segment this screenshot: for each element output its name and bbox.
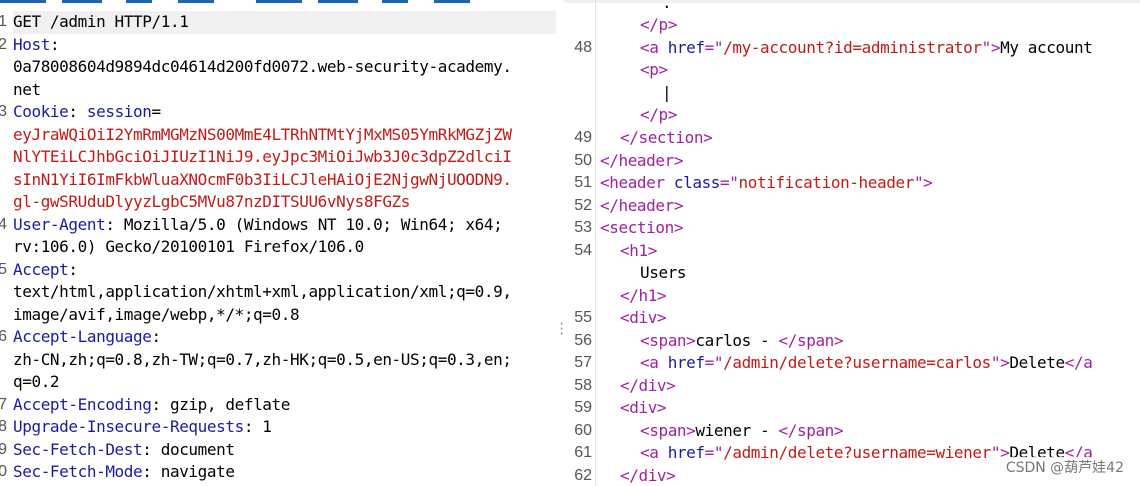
header-name: Sec-Fetch-Dest [13,440,143,459]
code-line[interactable]: </section> [620,127,713,150]
code-line[interactable]: <div> [620,397,667,420]
cookie-value-line[interactable]: gl-gwSRUduDlyyzLgbC5MVu87nzDITSUU6vNys8F… [13,191,410,214]
code-line-notification-header[interactable]: <header class="notification-header"> [600,172,933,195]
line-number: 60 [574,422,592,439]
line-number: 0 [0,463,7,480]
header-name: Accept [13,260,69,279]
header-user-agent[interactable]: User-Agent: Mozilla/5.0 (Windows NT 10.0… [13,214,503,237]
header-host-value[interactable]: 0a78008604d9894dc04614d200fd0072.web-sec… [13,56,512,79]
header-accept-value[interactable]: text/html,application/xhtml+xml,applicat… [13,281,512,304]
cookie-value-line[interactable]: sInN1YiI6ImFkbWluaXNOcmF0b3IiLCJleHAiOjE… [13,169,512,192]
line-number: 50 [574,152,592,169]
cookie-key: session [86,102,152,121]
line-number: 49 [574,129,592,146]
pane-splitter[interactable]: · · · [556,0,565,486]
code-line[interactable]: </div> [620,465,676,486]
line-number: 1 [0,13,7,30]
code-line[interactable]: </h1> [620,285,667,308]
header-name: Cookie [13,102,69,121]
line-number: 53 [574,219,592,236]
request-tab-underline [0,0,556,3]
header-name: Sec-Fetch-Mode [13,462,143,481]
cookie-value-line[interactable]: NlYTEiLCJhbGciOiJIUzI1NiJ9.eyJpc3MiOiJwb… [13,146,512,169]
header-accept-value-cont[interactable]: image/avif,image/webp,*/*;q=0.8 [13,304,300,327]
line-number: 6 [0,328,7,345]
code-line[interactable]: <p> [640,59,668,82]
line-number: 54 [574,242,592,259]
header-name: Host [13,35,50,54]
code-line-my-account-link[interactable]: <a href="/my-account?id=administrator">M… [640,37,1093,60]
response-editor[interactable]: 48 49 50 51 52 53 54 55 56 57 58 59 60 6… [564,0,1140,486]
line-number: 5 [0,261,7,278]
cookie-value-line[interactable]: eyJraWQiOiI2YmRmMGMzNS00MmE4LTRhNTMtYjMx… [13,124,512,147]
line-number: 57 [574,354,592,371]
header-cookie[interactable]: Cookie: session= [13,101,161,124]
code-line-users-heading[interactable]: Users [640,262,687,285]
code-line-wiener[interactable]: <span>wiener - </span> [640,420,844,443]
code-line[interactable]: </p> [640,104,677,127]
header-accept-encoding[interactable]: Accept-Encoding: gzip, deflate [13,394,290,417]
code-line[interactable]: </header> [600,150,684,173]
line-number: 8 [0,418,7,435]
code-line-delete-carlos-link[interactable]: <a href="/admin/delete?username=carlos">… [640,352,1093,375]
request-editor[interactable]: 1 2 3 4 5 6 7 8 9 0 GET /admin HTTP/1.1 … [0,0,556,486]
line-number: 58 [574,377,592,394]
header-name: Accept-Language [13,327,152,346]
code-fragment: . [662,0,672,12]
line-number: 2 [0,36,7,53]
code-line[interactable]: <section> [600,217,684,240]
line-number: 55 [574,309,592,326]
header-name: User-Agent [13,215,106,234]
header-sec-fetch-dest[interactable]: Sec-Fetch-Dest: document [13,439,235,462]
header-host-value-cont[interactable]: net [13,79,41,102]
code-line[interactable]: </p> [640,14,677,37]
code-line[interactable]: </div> [620,375,676,398]
line-number: 7 [0,396,7,413]
line-number: 52 [574,197,592,214]
header-upgrade-insecure-requests[interactable]: Upgrade-Insecure-Requests: 1 [13,416,272,439]
line-number: 59 [574,399,592,416]
line-number: 56 [574,332,592,349]
line-number: 4 [0,216,7,233]
header-accept-language-value-cont[interactable]: q=0.2 [13,371,60,394]
header-host[interactable]: Host: [13,34,60,57]
header-name: Accept-Encoding [13,395,152,414]
line-number: 51 [574,174,592,191]
request-line-text: GET /admin HTTP/1.1 [13,12,189,31]
line-number: 48 [574,39,592,56]
response-top-border [564,0,1140,3]
watermark: CSDN @葫芦娃42 [1003,457,1126,477]
header-user-agent-cont[interactable]: rv:106.0) Gecko/20100101 Firefox/106.0 [13,236,364,259]
request-line[interactable]: GET /admin HTTP/1.1 [13,11,556,34]
line-number: 3 [0,103,7,120]
header-sec-fetch-mode[interactable]: Sec-Fetch-Mode: navigate [13,461,235,484]
header-name: Upgrade-Insecure-Requests [13,417,244,436]
code-line[interactable]: <h1> [620,240,657,263]
code-line[interactable]: </header> [600,195,684,218]
code-line[interactable]: <div> [620,307,667,330]
header-accept-language-value[interactable]: zh-CN,zh;q=0.8,zh-TW;q=0.7,zh-HK;q=0.5,e… [13,349,512,372]
line-number: 61 [574,444,592,461]
text-cursor: | [662,83,672,102]
header-accept-language[interactable]: Accept-Language: [13,326,161,349]
code-line-carlos[interactable]: <span>carlos - </span> [640,330,844,353]
header-accept[interactable]: Accept: [13,259,78,282]
line-number: 62 [574,467,592,484]
gutter-separator [595,0,596,486]
line-number: 9 [0,441,7,458]
